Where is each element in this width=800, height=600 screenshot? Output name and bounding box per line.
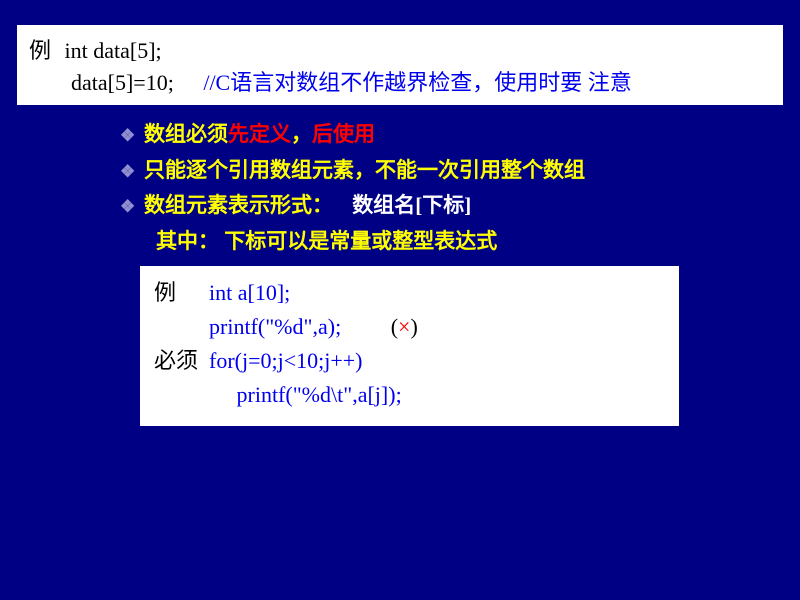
bullet1-red2: 后使用 bbox=[312, 122, 375, 146]
bullet3-sub-text: 其中： 下标可以是常量或整型表达式 bbox=[156, 229, 497, 253]
code-comment: //C语言对数组不作越界检查，使用时要 注意 bbox=[203, 70, 631, 95]
code-array-decl: int a[10]; bbox=[209, 280, 290, 305]
top-example-box: 例 int data[5]; data[5]=10; //C语言对数组不作越界检… bbox=[15, 23, 785, 107]
diamond-icon: ❖ bbox=[120, 158, 138, 187]
code-declaration: int data[5]; bbox=[65, 38, 162, 63]
paren-open: ( bbox=[391, 314, 398, 339]
diamond-icon: ❖ bbox=[120, 193, 138, 222]
bottom-line-4: printf("%d\t",a[j]); bbox=[154, 378, 665, 412]
bullet1-comma: ， bbox=[291, 122, 312, 146]
code-assignment: data[5]=10; bbox=[71, 70, 174, 95]
top-line-1: 例 int data[5]; bbox=[29, 33, 771, 65]
bottom-line-1: 例 int a[10]; bbox=[154, 276, 665, 310]
code-for-loop: for(j=0;j<10;j++) bbox=[209, 348, 363, 373]
example-label: 例 bbox=[29, 38, 51, 63]
bullet1-red1: 先定义 bbox=[228, 122, 291, 146]
top-line-2: data[5]=10; //C语言对数组不作越界检查，使用时要 注意 bbox=[71, 65, 771, 97]
bullet3-text1: 数组元素表示形式： bbox=[144, 193, 333, 217]
bullet-2: ❖ 只能逐个引用数组元素，不能一次引用整个数组 bbox=[120, 153, 750, 189]
bullet1-text1: 数组必须 bbox=[144, 122, 228, 146]
code-printf-wrong: printf("%d",a); bbox=[209, 314, 341, 339]
bottom-example-box: 例 int a[10]; printf("%d",a); (×) 必须 for(… bbox=[137, 263, 682, 429]
bottom-line-3: 必须 for(j=0;j<10;j++) bbox=[154, 344, 665, 378]
bottom-line-2: printf("%d",a); (×) bbox=[154, 310, 665, 344]
bullet3-white: 数组名[下标] bbox=[352, 193, 471, 217]
bullet-1: ❖ 数组必须先定义，后使用 bbox=[120, 117, 750, 153]
bullet2-text: 只能逐个引用数组元素，不能一次引用整个数组 bbox=[144, 153, 585, 189]
example-label-2: 例 bbox=[154, 280, 176, 305]
bullet-3: ❖ 数组元素表示形式： 数组名[下标] bbox=[120, 188, 750, 224]
paren-close: ) bbox=[410, 314, 417, 339]
diamond-icon: ❖ bbox=[120, 122, 138, 151]
bullet-3-sub: 其中： 下标可以是常量或整型表达式 bbox=[156, 224, 750, 260]
code-printf-correct: printf("%d\t",a[j]); bbox=[209, 382, 402, 407]
must-label: 必须 bbox=[154, 348, 198, 373]
bullet-list: ❖ 数组必须先定义，后使用 ❖ 只能逐个引用数组元素，不能一次引用整个数组 ❖ … bbox=[120, 117, 750, 260]
cross-icon: × bbox=[398, 314, 410, 339]
